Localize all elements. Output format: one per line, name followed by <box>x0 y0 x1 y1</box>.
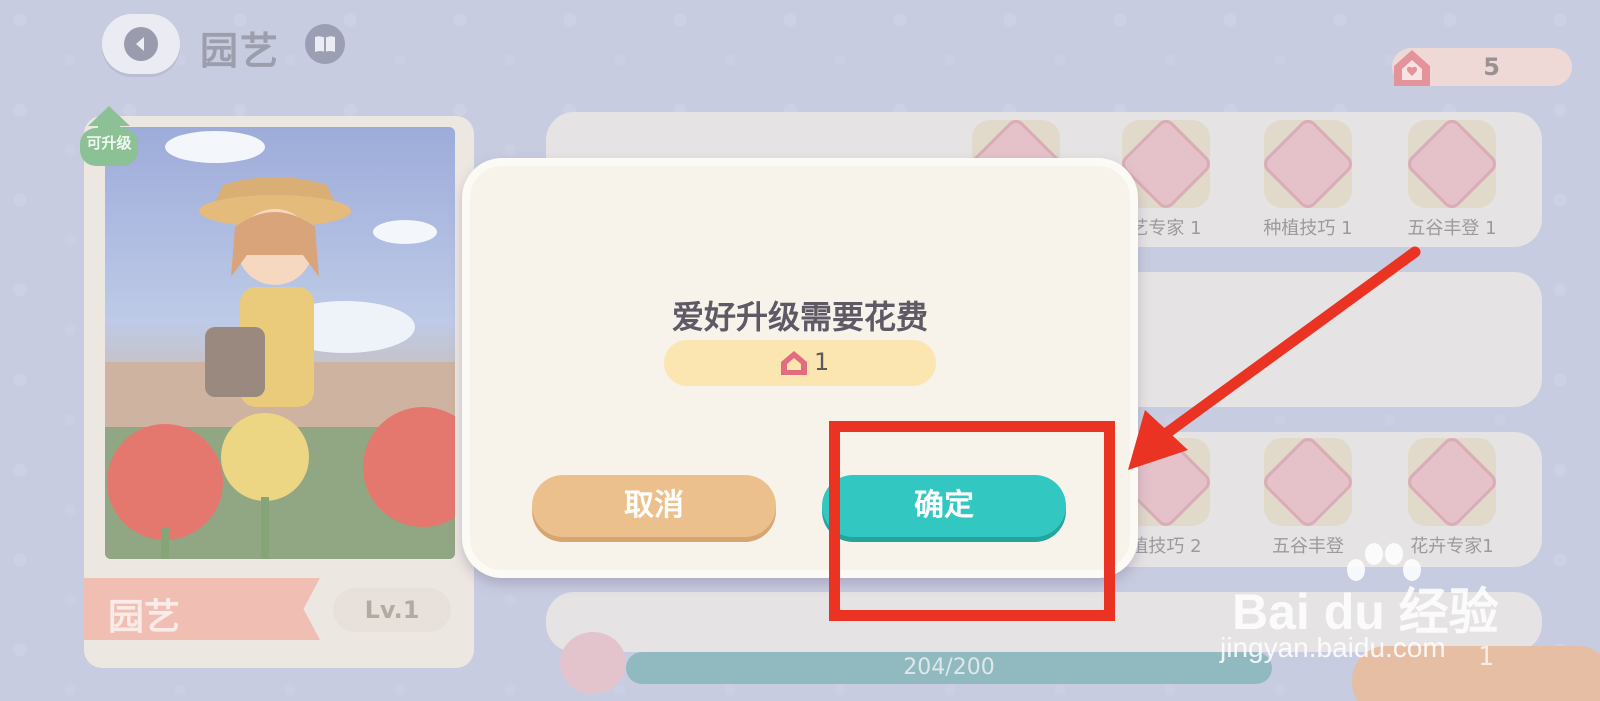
upgrade-cost: 1 <box>664 340 936 386</box>
cancel-button[interactable]: 取消 <box>532 475 776 537</box>
hobby-point-icon <box>781 351 807 375</box>
upgrade-cost-amount: 1 <box>814 348 830 376</box>
watermark-url: jingyan.baidu.com <box>1220 632 1446 663</box>
game-screen: 园艺 5 可升级 园艺 Lv.1 艺专家 1 种植技巧 1 五谷丰登 1 植技巧… <box>0 0 1600 701</box>
baidu-watermark: Bai du 经验 jingyan.baidu.com <box>1220 540 1520 670</box>
highlight-box <box>829 421 1115 621</box>
dialog-title: 爱好升级需要花费 <box>671 298 928 336</box>
